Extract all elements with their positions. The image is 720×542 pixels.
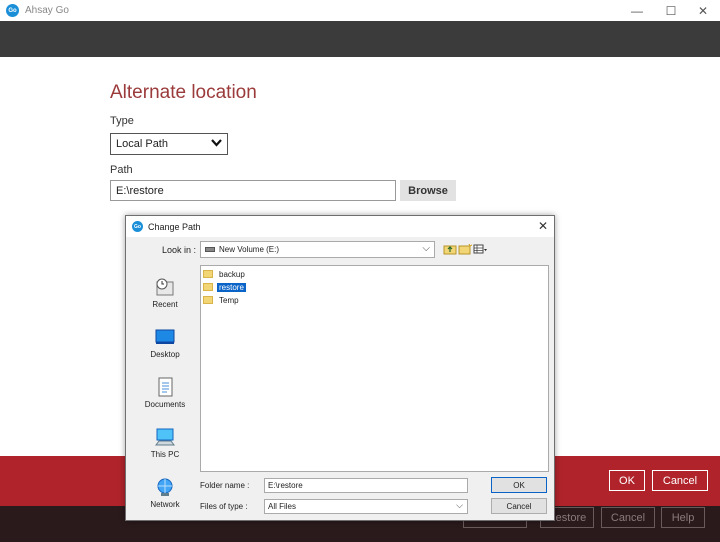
cancel-button[interactable]: Cancel [652, 470, 708, 491]
page-title: Alternate location [110, 82, 257, 103]
ok-button[interactable]: OK [609, 470, 645, 491]
files-of-type-dropdown[interactable]: All Files ⌵ [264, 499, 468, 514]
dialog-logo-icon: Go [132, 221, 143, 232]
file-list[interactable]: backup restore Temp [200, 265, 549, 472]
browse-button[interactable]: Browse [400, 180, 456, 201]
place-label: Network [150, 500, 180, 509]
view-menu-icon[interactable] [473, 243, 487, 255]
network-icon [157, 478, 173, 496]
dialog-cancel-button[interactable]: Cancel [491, 498, 547, 514]
place-label: This PC [150, 450, 180, 459]
close-button[interactable]: ✕ [686, 0, 720, 21]
files-of-type-label: Files of type : [200, 502, 248, 511]
folder-icon [203, 283, 213, 291]
list-item-selected[interactable]: restore [203, 281, 246, 293]
type-dropdown-value: Local Path [116, 138, 168, 150]
place-label: Desktop [150, 350, 180, 359]
change-path-dialog: Go Change Path ✕ Look in : New Volume (E… [125, 215, 555, 521]
recent-icon [156, 278, 174, 296]
dialog-title-bar: Go Change Path ✕ [126, 216, 554, 237]
app-window: Go Ahsay Go — ☐ ✕ Alternate location Typ… [0, 0, 720, 542]
look-in-dropdown[interactable]: New Volume (E:) ⌵ [200, 241, 435, 258]
folder-name-label: Folder name : [200, 481, 250, 490]
look-in-label: Look in : [162, 245, 197, 255]
new-folder-icon[interactable] [458, 243, 472, 255]
folder-icon [203, 270, 213, 278]
path-input[interactable]: E:\restore [110, 180, 396, 201]
list-item[interactable]: Temp [203, 294, 241, 306]
place-this-pc[interactable]: This PC [132, 423, 198, 471]
place-network[interactable]: Network [132, 473, 198, 521]
chevron-down-icon: ⌵ [456, 500, 463, 510]
desktop-icon [155, 329, 175, 344]
window-title: Ahsay Go [25, 5, 69, 16]
chevron-down-icon [211, 136, 222, 150]
place-label: Documents [144, 400, 186, 409]
look-in-value: New Volume (E:) [219, 245, 280, 254]
computer-icon [155, 428, 175, 446]
help-button[interactable]: Help [661, 507, 705, 528]
place-recent[interactable]: Recent [132, 273, 198, 321]
dialog-close-icon[interactable]: ✕ [538, 219, 548, 233]
minimize-button[interactable]: — [620, 0, 654, 21]
drive-icon [205, 247, 215, 252]
bottom-cancel-button[interactable]: Cancel [601, 507, 655, 528]
dialog-title: Change Path [148, 221, 201, 232]
app-logo-icon: Go [6, 4, 19, 17]
file-name: Temp [219, 295, 239, 305]
folder-name-input[interactable]: E:\restore [264, 478, 468, 493]
header-band [0, 21, 720, 57]
file-name: backup [219, 269, 245, 279]
path-label: Path [110, 164, 133, 176]
place-label: Recent [152, 300, 178, 309]
chevron-down-icon: ⌵ [422, 243, 430, 254]
type-label: Type [110, 115, 134, 127]
place-desktop[interactable]: Desktop [132, 323, 198, 371]
file-name: restore [217, 282, 246, 292]
place-documents[interactable]: Documents [132, 373, 198, 421]
dialog-ok-button[interactable]: OK [491, 477, 547, 493]
maximize-button[interactable]: ☐ [654, 0, 688, 21]
list-item[interactable]: backup [203, 268, 247, 280]
title-bar: Go Ahsay Go — ☐ ✕ [0, 0, 720, 21]
documents-icon [158, 377, 173, 397]
up-folder-icon[interactable] [443, 243, 457, 255]
places-bar: Recent Desktop Documents This PC Network [132, 265, 198, 515]
files-of-type-value: All Files [268, 502, 297, 511]
folder-icon [203, 296, 213, 304]
type-dropdown[interactable]: Local Path [110, 133, 228, 155]
